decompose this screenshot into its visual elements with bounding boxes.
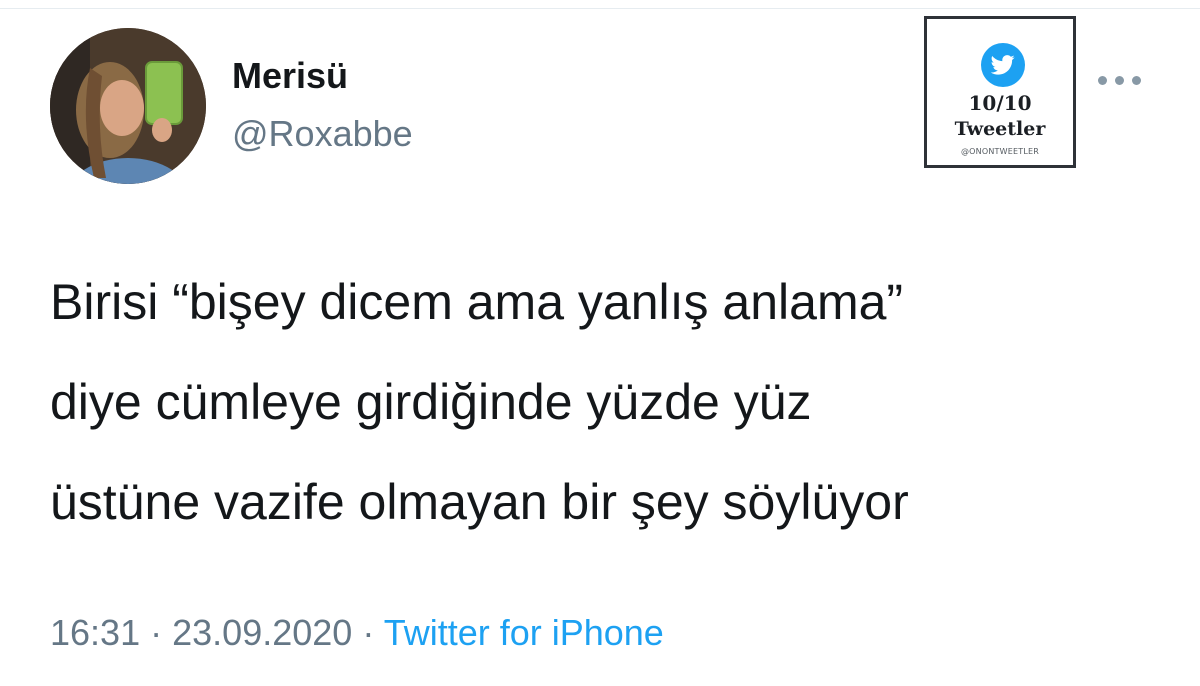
author-handle[interactable]: @Roxabbe: [232, 112, 413, 156]
top-divider: [0, 8, 1200, 9]
watermark-badge: 10/10 Tweetler @ONONTWEETLER: [924, 16, 1076, 168]
watermark-score: 10/10: [968, 91, 1032, 115]
tweet-date[interactable]: 23.09.2020: [172, 612, 352, 653]
more-dot-icon: [1132, 76, 1141, 85]
meta-separator: ·: [362, 612, 375, 653]
tweet-text-line: üstüne vazife olmayan bir şey söylüyor: [50, 474, 909, 530]
author-display-name[interactable]: Merisü: [232, 54, 348, 98]
watermark-title: Tweetler: [954, 118, 1046, 140]
tweet-text-line: diye cümleye girdiğinde yüzde yüz: [50, 374, 812, 430]
meta-separator: ·: [150, 612, 163, 653]
tweet-text: Birisi “bişey dicem ama yanlış anlama” d…: [50, 252, 1160, 552]
tweet-text-line: Birisi “bişey dicem ama yanlış anlama”: [50, 274, 904, 330]
more-horizontal-icon: [1098, 76, 1107, 85]
tweet-source-link[interactable]: Twitter for iPhone: [384, 612, 664, 653]
watermark-handle: @ONONTWEETLER: [960, 147, 1040, 156]
more-options-button[interactable]: [1096, 68, 1144, 92]
tweet-time[interactable]: 16:31: [50, 612, 140, 653]
avatar-photo: [50, 28, 206, 184]
tweet-metadata: 16:31 · 23.09.2020 · Twitter for iPhone: [50, 610, 664, 656]
more-dot-icon: [1115, 76, 1124, 85]
twitter-bird-icon: [981, 43, 1025, 87]
avatar[interactable]: [50, 28, 206, 184]
